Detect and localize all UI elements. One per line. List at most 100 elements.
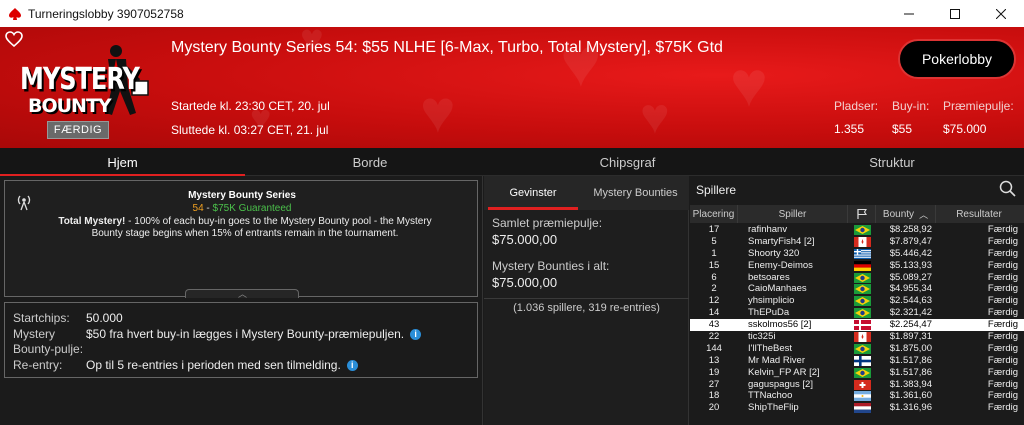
player-place: 27 <box>708 378 720 390</box>
player-row[interactable]: 27 gaguspagus [2] $1.383,94 Færdig <box>690 379 1024 391</box>
maximize-icon <box>950 8 960 19</box>
players-value: 1.355 <box>834 122 865 136</box>
player-result: Færdig <box>987 271 1018 283</box>
heart-decoration-icon: ♥ <box>420 78 456 145</box>
player-result: Færdig <box>987 235 1018 247</box>
col-flag[interactable] <box>848 205 876 223</box>
window-title: Turneringslobby 3907052758 <box>28 6 184 21</box>
tab-tables[interactable]: Borde <box>245 148 495 176</box>
player-result: Færdig <box>987 378 1018 390</box>
player-bounty: $1.897,31 <box>889 331 932 343</box>
player-row[interactable]: 19 Kelvin_FP AR [2] $1.517,86 Færdig <box>690 367 1024 379</box>
country-flag-icon <box>853 260 871 271</box>
player-row[interactable]: 43 sskolmos56 [2] $2.254,47 Færdig <box>690 319 1024 332</box>
country-flag-icon <box>853 308 871 319</box>
mystery-total-label: Mystery Bounties i alt: <box>492 259 610 273</box>
player-bounty: $1.361,60 <box>889 390 932 402</box>
minimize-button[interactable] <box>886 0 932 27</box>
logo-line1: MYSTERY <box>20 61 140 97</box>
country-flag-icon <box>853 367 871 378</box>
tab-structure[interactable]: Struktur <box>760 148 1024 176</box>
player-bounty: $1.875,00 <box>889 342 932 354</box>
player-row[interactable]: 20 ShipTheFlip $1.316,96 Færdig <box>690 402 1024 414</box>
detail-value-text: Op til 5 re-entries i perioden med sen t… <box>86 358 341 372</box>
col-player[interactable]: Spiller <box>738 205 848 223</box>
player-row[interactable]: 22 tic325i $1.897,31 Færdig <box>690 331 1024 343</box>
player-row[interactable]: 5 SmartyFish4 [2] $7.879,47 Færdig <box>690 236 1024 248</box>
prize-value: $75.000 <box>943 122 987 136</box>
player-result: Færdig <box>987 259 1018 271</box>
detail-key: Re-entry: <box>13 358 63 372</box>
tab-mystery-bounties[interactable]: Mystery Bounties <box>582 176 689 210</box>
player-place: 12 <box>708 295 720 307</box>
buyin-value: $55 <box>892 122 913 136</box>
col-place[interactable]: Placering <box>690 205 738 223</box>
player-result: Færdig <box>987 247 1018 259</box>
search-icon[interactable] <box>999 180 1016 197</box>
maximize-button[interactable] <box>932 0 978 27</box>
detail-value-text: $50 fra hvert buy-in lægges i Mystery Bo… <box>86 327 405 341</box>
start-time: Startede kl. 23:30 CET, 20. jul <box>171 99 330 113</box>
player-row[interactable]: 18 TTNachoo $1.361,60 Færdig <box>690 390 1024 402</box>
series-separator: - <box>203 203 213 214</box>
player-flag <box>848 319 876 331</box>
country-flag-icon <box>853 403 871 414</box>
detail-value: 50.000 <box>86 311 123 325</box>
series-number: 54 <box>192 203 204 214</box>
collapse-toggle[interactable]: ︿ <box>185 289 299 299</box>
buyin-stat: Buy-in: $55 <box>892 99 929 136</box>
tab-winnings[interactable]: Gevinster <box>484 176 582 210</box>
player-result: Færdig <box>987 366 1018 378</box>
pokerlobby-button[interactable]: Pokerlobby <box>898 39 1016 79</box>
player-flag <box>848 343 876 355</box>
player-row[interactable]: 13 Mr Mad River $1.517,86 Færdig <box>690 355 1024 367</box>
tab-chip-graph[interactable]: Chipsgraf <box>495 148 760 176</box>
total-prize-label: Samlet præmiepulje: <box>492 216 603 230</box>
close-button[interactable] <box>978 0 1024 27</box>
entries-note: (1.036 spillere, 319 re-entries) <box>513 302 660 314</box>
player-bounty: $1.316,96 <box>889 402 932 414</box>
country-flag-icon <box>853 379 871 390</box>
detail-key: Mystery Bounty-pulje: <box>13 327 84 356</box>
player-flag <box>848 379 876 391</box>
player-row[interactable]: 2 CaioManhaes $4.955,34 Færdig <box>690 283 1024 295</box>
flag-icon <box>856 208 867 219</box>
col-bounty[interactable]: Bounty ︿ <box>876 205 936 223</box>
tab-home[interactable]: Hjem <box>0 148 245 177</box>
player-result: Færdig <box>987 307 1018 319</box>
player-result: Færdig <box>987 331 1018 343</box>
close-icon <box>996 8 1006 19</box>
player-row[interactable]: 15 Enemy-Deimos $5.133,93 Færdig <box>690 260 1024 272</box>
player-place: 6 <box>711 271 717 283</box>
player-row[interactable]: 6 betsoares $5.089,27 Færdig <box>690 272 1024 284</box>
player-flag <box>848 331 876 343</box>
player-row[interactable]: 144 I'llTheBest $1.875,00 Færdig <box>690 343 1024 355</box>
players-table-body: 17 rafinhanv $8.258,92 Færdig 5 SmartyFish4 [… <box>690 224 1024 414</box>
player-bounty: $2.321,42 <box>889 307 932 319</box>
player-name: yhsimplicio <box>748 295 795 307</box>
col-result[interactable]: Resultater <box>936 205 1022 223</box>
player-row[interactable]: 14 ThEPuDa $2.321,42 Færdig <box>690 307 1024 319</box>
player-result: Færdig <box>987 390 1018 402</box>
info-icon[interactable]: i <box>346 360 358 371</box>
prize-summary: Samlet præmiepulje: $75.000,00 Mystery B… <box>492 216 682 290</box>
player-row[interactable]: 1 Shoorty 320 $5.446,42 Færdig <box>690 248 1024 260</box>
country-flag-icon <box>853 248 871 259</box>
player-result: Færdig <box>987 354 1018 366</box>
player-row[interactable]: 12 yhsimplicio $2.544,63 Færdig <box>690 295 1024 307</box>
player-name: ThEPuDa <box>748 307 790 319</box>
player-flag <box>848 390 876 402</box>
buyin-label: Buy-in: <box>892 99 930 113</box>
player-flag <box>848 260 876 272</box>
player-name: rafinhanv <box>748 224 788 235</box>
info-icon[interactable]: i <box>410 329 422 340</box>
player-place: 2 <box>711 283 717 295</box>
player-place: 144 <box>706 342 722 354</box>
player-name: Enemy-Deimos <box>748 259 813 271</box>
player-bounty: $8.258,92 <box>889 224 932 235</box>
player-name: sskolmos56 [2] <box>748 319 812 331</box>
player-place: 19 <box>708 366 720 378</box>
player-row[interactable]: 17 rafinhanv $8.258,92 Færdig <box>690 224 1024 236</box>
players-table-header: Placering Spiller Bounty ︿ Resultater <box>690 205 1024 223</box>
player-bounty: $5.446,42 <box>889 247 932 259</box>
